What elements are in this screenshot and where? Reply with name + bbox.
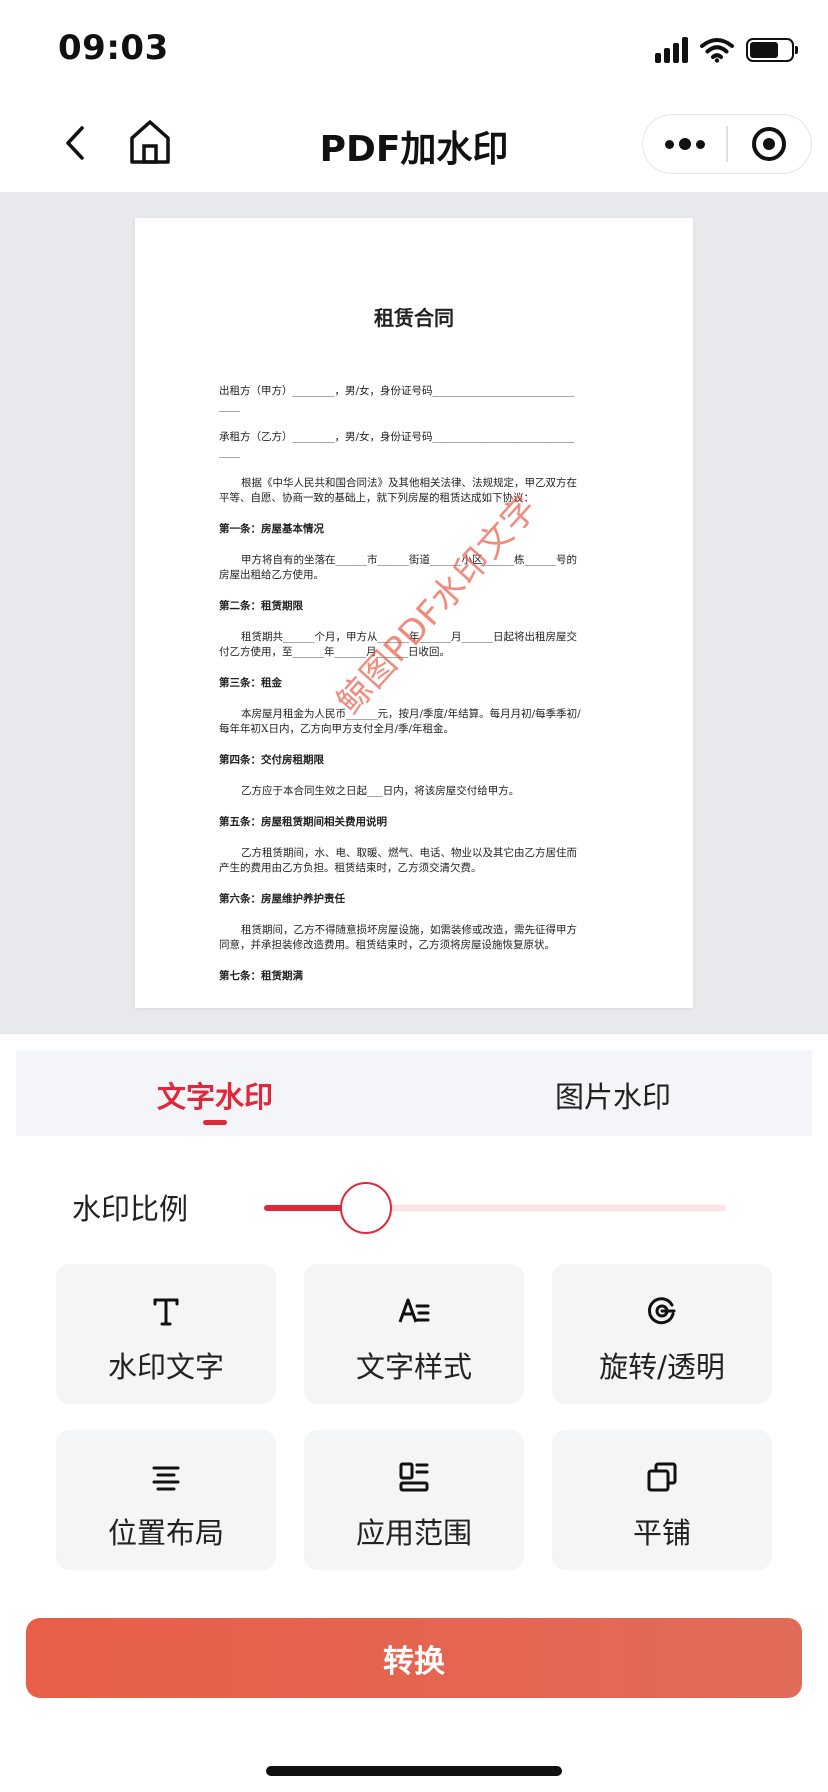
tab-label: 文字水印 (156, 1080, 273, 1114)
document-line: ____ (219, 446, 240, 458)
watermark-text-option[interactable]: 水印文字 (56, 1264, 276, 1404)
option-label: 文字样式 (355, 1350, 472, 1384)
document-line: 平等、自愿、协商一致的基础上，就下列房屋的租赁达成如下协议： (219, 492, 534, 504)
document-line: 承租方（乙方）________，男/女，身份证号码_______________… (219, 431, 575, 443)
document-line: 第二条：租赁期限 (219, 600, 303, 612)
document-line: 产生的费用由乙方负担。租赁结束时，乙方须交清欠费。 (219, 862, 482, 874)
tile-option[interactable]: 平铺 (552, 1430, 772, 1570)
tab-label: 图片水印 (554, 1080, 671, 1114)
tab-text-watermark[interactable]: 文字水印 (16, 1050, 414, 1136)
document-body: 出租方（甲方）________，男/女，身份证号码_______________… (219, 384, 607, 1000)
option-label: 旋转/透明 (599, 1350, 725, 1384)
apply-range-option[interactable]: 应用范围 (304, 1430, 524, 1570)
text-t-icon (153, 1298, 179, 1326)
option-label: 应用范围 (355, 1516, 472, 1550)
document-line: 第三条：租金 (219, 677, 282, 689)
document-line: 第七条：租赁期满 (219, 970, 303, 982)
watermark-type-tabs: 文字水印 图片水印 (16, 1050, 812, 1136)
document-line: 每年年初X日内，乙方向甲方支付全月/季/年租金。 (219, 723, 455, 735)
document-line: 根据《中华人民共和国合同法》及其他相关法律、法规规定，甲乙双方在 (241, 477, 577, 489)
option-label: 位置布局 (107, 1516, 224, 1550)
document-line: 租赁期共______个月，甲方从______年______月______日起将出… (241, 631, 577, 643)
document-line: 第五条：房屋租赁期间相关费用说明 (219, 816, 387, 828)
active-tab-indicator (203, 1120, 227, 1125)
option-label: 水印文字 (107, 1350, 224, 1384)
document-line: 第四条：交付房租期限 (219, 754, 324, 766)
document-line: 本房屋月租金为人民币______元，按月/季度/年结算。每月月初/每季季初/ (241, 708, 581, 720)
document-line: 甲方将自有的坐落在______市______街道______小区______栋_… (241, 554, 577, 566)
nav-bar: PDF加水印 (0, 98, 828, 192)
status-icons (655, 34, 798, 66)
text-style-icon (398, 1298, 430, 1323)
document-line: 出租方（甲方）________，男/女，身份证号码_______________… (219, 385, 575, 397)
status-time: 09:03 (58, 28, 169, 68)
rotate-icon (647, 1297, 676, 1325)
watermark-scale-slider[interactable] (264, 1182, 726, 1234)
document-line: 房屋出租给乙方使用。 (219, 569, 324, 581)
close-mini-program-button[interactable] (728, 115, 811, 173)
layout-grid-icon (399, 1462, 429, 1492)
pdf-page: 租赁合同 出租方（甲方）________，男/女，身份证号码__________… (135, 218, 693, 1008)
home-indicator (266, 1766, 562, 1776)
document-line: 第六条：房屋维护养护责任 (219, 893, 345, 905)
align-center-icon (152, 1466, 180, 1491)
slider-thumb[interactable] (339, 1182, 392, 1234)
wifi-icon (700, 38, 734, 63)
text-style-option[interactable]: 文字样式 (304, 1264, 524, 1404)
rotate-transparency-option[interactable]: 旋转/透明 (552, 1264, 772, 1404)
status-bar: 09:03 (0, 0, 828, 98)
document-line: 同意，并承担装修改造费用。租赁结束时，乙方须将房屋设施恢复原状。 (219, 939, 555, 951)
position-layout-option[interactable]: 位置布局 (56, 1430, 276, 1570)
tab-image-watermark[interactable]: 图片水印 (414, 1050, 812, 1136)
document-line: 乙方应于本合同生效之日起___日内，将该房屋交付给甲方。 (241, 785, 520, 797)
option-grid: 水印文字 文字样式 旋转/透明 位置布局 应用范围 平铺 (56, 1264, 772, 1570)
option-label: 平铺 (632, 1516, 691, 1550)
more-options-button[interactable] (643, 115, 726, 173)
document-line: 付乙方使用，至______年______月______日收回。 (219, 646, 450, 658)
document-line: ____ (219, 400, 240, 412)
pdf-preview-area: 租赁合同 出租方（甲方）________，男/女，身份证号码__________… (0, 192, 828, 1034)
document-title: 租赁合同 (374, 306, 454, 330)
battery-icon (746, 38, 798, 62)
document-line: 租赁期间，乙方不得随意损坏房屋设施，如需装修或改造，需先征得甲方 (241, 924, 577, 936)
scale-slider-label: 水印比例 (72, 1192, 189, 1226)
cellular-signal-icon (655, 37, 688, 63)
tile-copy-icon (647, 1462, 677, 1492)
convert-button[interactable]: 转换 (26, 1618, 802, 1698)
document-line: 第一条：房屋基本情况 (219, 523, 324, 535)
mini-program-capsule (642, 114, 812, 174)
target-icon (752, 127, 787, 161)
document-line: 乙方租赁期间，水、电、取暖、燃气、电话、物业以及其它由乙方居住而 (241, 847, 577, 859)
